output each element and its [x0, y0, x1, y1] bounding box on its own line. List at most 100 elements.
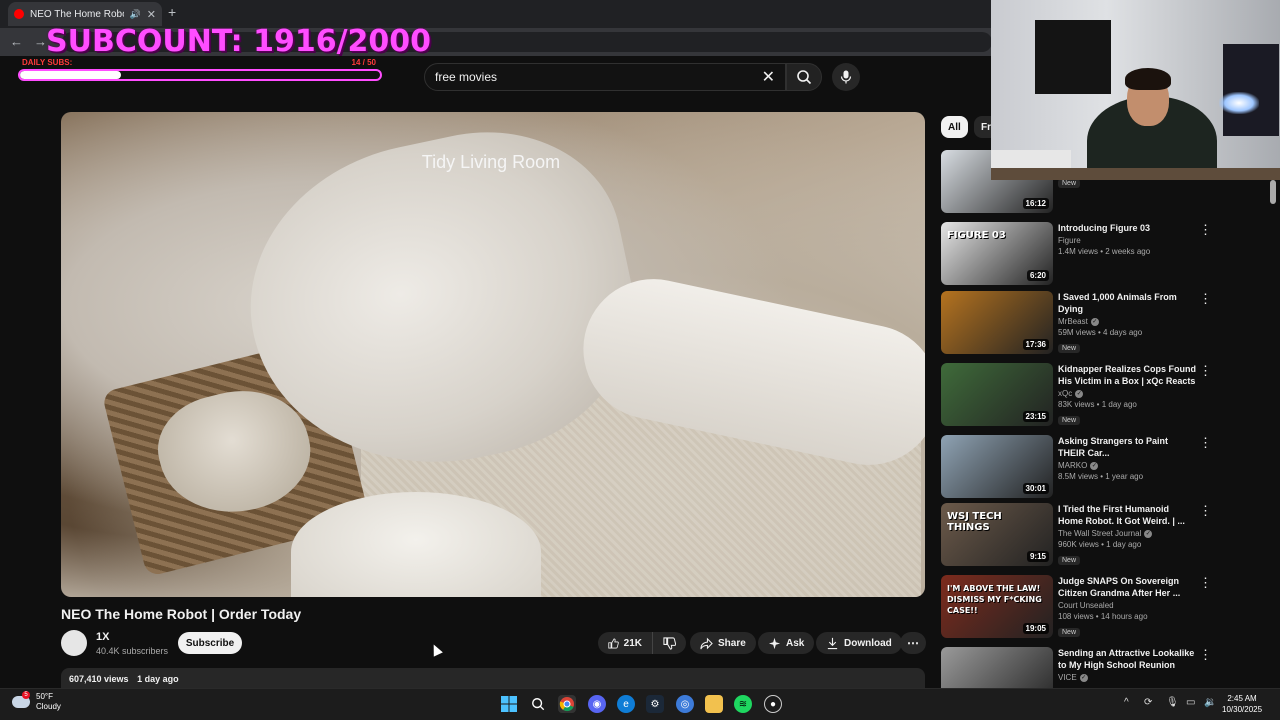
tray-chevron-icon[interactable]: ^: [1124, 697, 1129, 708]
channel-name[interactable]: 1X: [96, 631, 109, 643]
channel-name[interactable]: MARKO: [1058, 461, 1087, 470]
webcam-desk: [991, 168, 1280, 180]
more-vertical-icon[interactable]: ⋮: [1199, 291, 1212, 307]
recommended-video[interactable]: I'M ABOVE THE LAW! DISMISS MY F*CKING CA…: [941, 575, 1221, 641]
video-info: Introducing Figure 03 Figure 1.4M views • …: [1058, 222, 1196, 256]
new-tab-button[interactable]: +: [168, 4, 176, 20]
more-vertical-icon[interactable]: ⋮: [1199, 363, 1212, 379]
video-title[interactable]: I Saved 1,000 Animals From Dying: [1058, 291, 1196, 315]
video-title[interactable]: I Tried the First Humanoid Home Robot. I…: [1058, 503, 1196, 527]
channel-name[interactable]: Court Unsealed: [1058, 601, 1114, 610]
video-title[interactable]: Asking Strangers to Paint THEIR Car...: [1058, 435, 1196, 459]
channel-name[interactable]: VICE: [1058, 673, 1077, 682]
scrollbar-thumb[interactable]: [1270, 180, 1276, 204]
video-title[interactable]: Kidnapper Realizes Cops Found His Victim…: [1058, 363, 1196, 387]
thumbs-down-icon: [663, 636, 676, 650]
obs-icon[interactable]: ●: [764, 695, 782, 713]
channel-avatar[interactable]: [61, 630, 87, 656]
tray-mic-icon[interactable]: 🎙: [1166, 697, 1179, 708]
cloud-icon: 5: [12, 691, 30, 708]
tray-sync-icon[interactable]: ⟳: [1144, 697, 1152, 708]
video-title[interactable]: Judge SNAPS On Sovereign Citizen Grandma…: [1058, 575, 1196, 599]
search-input[interactable]: [435, 70, 756, 84]
video-thumbnail[interactable]: FIGURE 03 6:20: [941, 222, 1053, 285]
video-title[interactable]: Introducing Figure 03: [1058, 222, 1196, 234]
search-taskbar-icon[interactable]: [529, 695, 547, 713]
voice-search-button[interactable]: [832, 63, 860, 91]
more-vertical-icon[interactable]: ⋮: [1199, 647, 1212, 663]
tab-title: NEO The Home Robot | Ord: [30, 8, 124, 20]
back-arrow-icon[interactable]: ←: [10, 34, 23, 49]
daily-subs-label: DAILY SUBS:: [22, 58, 73, 67]
steam-icon[interactable]: ⚙: [646, 695, 664, 713]
video-title[interactable]: Sending an Attractive Lookalike to My Hi…: [1058, 647, 1196, 671]
download-icon: [827, 637, 838, 649]
ask-button[interactable]: Ask: [758, 632, 815, 654]
recommended-video[interactable]: 17:36 I Saved 1,000 Animals From Dying MrB…: [941, 291, 1221, 357]
file-explorer-icon[interactable]: [705, 695, 723, 713]
video-thumbnail[interactable]: 17:36: [941, 291, 1053, 354]
youtube-favicon-icon: [14, 9, 24, 19]
clear-search-icon[interactable]: ✕: [762, 67, 775, 87]
video-meta: 960K views • 1 day ago: [1058, 540, 1142, 549]
channel-row: VICE ✓: [1058, 673, 1196, 682]
speaker-icon[interactable]: 🔊: [130, 9, 141, 20]
recommended-video[interactable]: 30:01 Asking Strangers to Paint THEIR Car…: [941, 435, 1221, 501]
video-player[interactable]: Tidy Living Room: [61, 112, 925, 597]
new-badge: New: [1058, 416, 1081, 425]
channel-name[interactable]: Figure: [1058, 236, 1081, 245]
verified-icon: ✓: [1079, 673, 1088, 682]
daily-subs-progress-bar: [18, 69, 382, 81]
daily-subs-count: 14 / 50: [351, 58, 376, 67]
video-info: Sending an Attractive Lookalike to My Hi…: [1058, 647, 1196, 682]
clock-time: 2:45 AM: [1227, 694, 1257, 703]
edge-icon[interactable]: e: [617, 695, 635, 713]
channel-name[interactable]: MrBeast: [1058, 317, 1088, 326]
tray-volume-icon[interactable]: 🔉: [1204, 697, 1216, 708]
new-badge: New: [1058, 344, 1081, 353]
recommended-video[interactable]: FIGURE 03 6:20 Introducing Figure 03 Figure…: [941, 222, 1221, 288]
channel-row: xQc ✓: [1058, 389, 1196, 398]
channel-name[interactable]: xQc: [1058, 389, 1072, 398]
video-duration: 6:20: [1026, 270, 1049, 281]
video-caption: Tidy Living Room: [421, 152, 561, 172]
chrome-icon[interactable]: [558, 695, 576, 713]
share-button[interactable]: Share: [690, 632, 756, 654]
windows-start-icon[interactable]: [500, 695, 518, 713]
weather-badge: 5: [22, 691, 30, 699]
browser-tab[interactable]: NEO The Home Robot | Ord 🔊 ✕: [8, 2, 162, 26]
subscribe-button[interactable]: Subscribe: [178, 632, 242, 654]
download-button[interactable]: Download: [816, 632, 902, 654]
search-button[interactable]: [786, 63, 822, 91]
discord-icon[interactable]: ◉: [588, 695, 606, 713]
video-thumbnail[interactable]: I'M ABOVE THE LAW! DISMISS MY F*CKING CA…: [941, 575, 1053, 638]
video-thumbnail[interactable]: 30:01: [941, 435, 1053, 498]
more-vertical-icon[interactable]: ⋮: [1199, 222, 1212, 238]
more-vertical-icon[interactable]: ⋮: [1199, 435, 1212, 451]
mouse-cursor: [429, 642, 443, 657]
more-vertical-icon[interactable]: ⋮: [1199, 575, 1212, 591]
recommended-video[interactable]: 23:15 Kidnapper Realizes Cops Found His V…: [941, 363, 1221, 429]
dislike-button[interactable]: [652, 632, 686, 654]
chip-all[interactable]: All: [941, 116, 968, 138]
recommended-video[interactable]: WSJ TECH THINGS 9:15 I Tried the First Hum…: [941, 503, 1221, 569]
taskbar-clock[interactable]: 2:45 AM 10/30/2025: [1222, 693, 1262, 715]
close-tab-icon[interactable]: ✕: [147, 8, 156, 21]
view-count: 607,410 views: [69, 674, 129, 684]
app-icon[interactable]: ◎: [676, 695, 694, 713]
thumbnail-text: WSJ TECH THINGS: [947, 511, 1002, 533]
tray-display-icon[interactable]: ▭: [1186, 697, 1195, 708]
more-horizontal-icon: ⋯: [907, 636, 919, 650]
webcam-streamer-hair: [1125, 68, 1171, 90]
spotify-icon[interactable]: ≋: [734, 695, 752, 713]
more-actions-button[interactable]: ⋯: [900, 632, 926, 654]
webcam-light: [1219, 92, 1259, 114]
weather-widget[interactable]: 5 50°F Cloudy: [12, 691, 61, 712]
video-thumbnail[interactable]: WSJ TECH THINGS 9:15: [941, 503, 1053, 566]
more-vertical-icon[interactable]: ⋮: [1199, 503, 1212, 519]
windows-taskbar: [0, 688, 1280, 720]
like-button[interactable]: 21K: [598, 632, 652, 654]
verified-icon: ✓: [1090, 461, 1099, 470]
video-thumbnail[interactable]: 23:15: [941, 363, 1053, 426]
channel-name[interactable]: The Wall Street Journal: [1058, 529, 1141, 538]
